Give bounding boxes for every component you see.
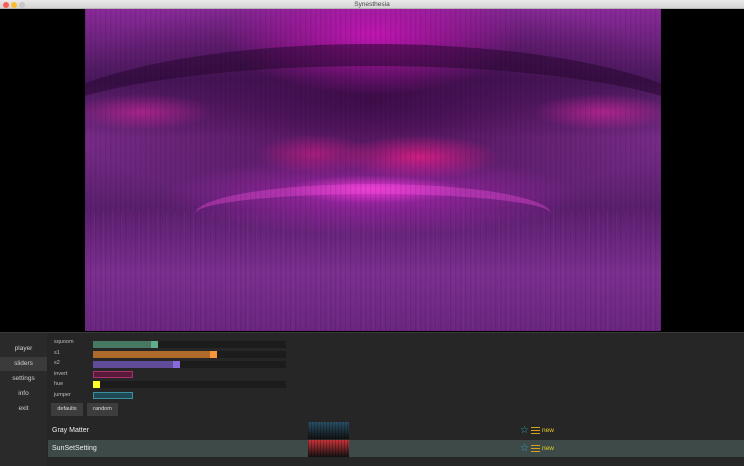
slider-s1[interactable] xyxy=(93,351,286,358)
scene-row[interactable]: SunSetSetting ☆ new xyxy=(48,440,744,457)
slider-handle[interactable] xyxy=(210,351,217,358)
scene-thumbnail xyxy=(308,422,349,439)
sidebar-item-settings[interactable]: settings xyxy=(0,372,47,386)
title-bar: Synesthesia xyxy=(0,0,744,9)
visualizer-canvas[interactable] xyxy=(85,9,661,331)
slider-handle[interactable] xyxy=(93,381,100,388)
slider-squoom[interactable] xyxy=(93,341,286,348)
slider-label-squoom: squoom xyxy=(54,339,74,345)
app-window: Synesthesia player sliders settings info… xyxy=(0,0,744,466)
scene-name: SunSetSetting xyxy=(52,445,97,452)
scene-name: Gray Matter xyxy=(52,427,89,434)
slider-handle[interactable] xyxy=(173,361,180,368)
defaults-button[interactable]: defaults xyxy=(51,403,83,416)
visualizer-arc xyxy=(85,44,661,224)
toggle-jumper[interactable] xyxy=(93,392,133,399)
slider-label-s2: s2 xyxy=(54,360,60,366)
window-title: Synesthesia xyxy=(354,1,390,8)
scene-row[interactable]: Gray Matter ☆ new xyxy=(48,422,744,439)
new-badge: new xyxy=(542,427,554,434)
star-outline-icon[interactable]: ☆ xyxy=(520,423,529,438)
toggle-label-invert: invert xyxy=(54,371,68,377)
random-button[interactable]: random xyxy=(87,403,118,416)
sidebar-item-info[interactable]: info xyxy=(0,387,47,401)
new-badge: new xyxy=(542,445,554,452)
scene-thumbnail xyxy=(308,440,349,457)
sidebar: player sliders settings info exit xyxy=(0,333,47,466)
toggle-label-jumper: jumper xyxy=(54,392,71,398)
slider-fill xyxy=(93,341,151,348)
menu-lines-icon[interactable] xyxy=(531,427,540,434)
menu-lines-icon[interactable] xyxy=(531,445,540,452)
slider-handle[interactable] xyxy=(151,341,158,348)
slider-label-s1: s1 xyxy=(54,350,60,356)
slider-label-hue: hue xyxy=(54,381,64,387)
sidebar-item-sliders[interactable]: sliders xyxy=(0,357,47,371)
sidebar-item-player[interactable]: player xyxy=(0,342,47,356)
visualizer-floor xyxy=(85,211,661,331)
slider-s2[interactable] xyxy=(93,361,286,368)
slider-fill xyxy=(93,351,210,358)
toggle-invert[interactable] xyxy=(93,371,133,378)
visualizer-arc-glow xyxy=(195,184,551,244)
sidebar-item-exit[interactable]: exit xyxy=(0,402,47,416)
star-outline-icon[interactable]: ☆ xyxy=(520,441,529,456)
slider-fill xyxy=(93,361,173,368)
control-panel: player sliders settings info exit squoom… xyxy=(0,332,744,466)
slider-hue[interactable] xyxy=(93,381,286,388)
